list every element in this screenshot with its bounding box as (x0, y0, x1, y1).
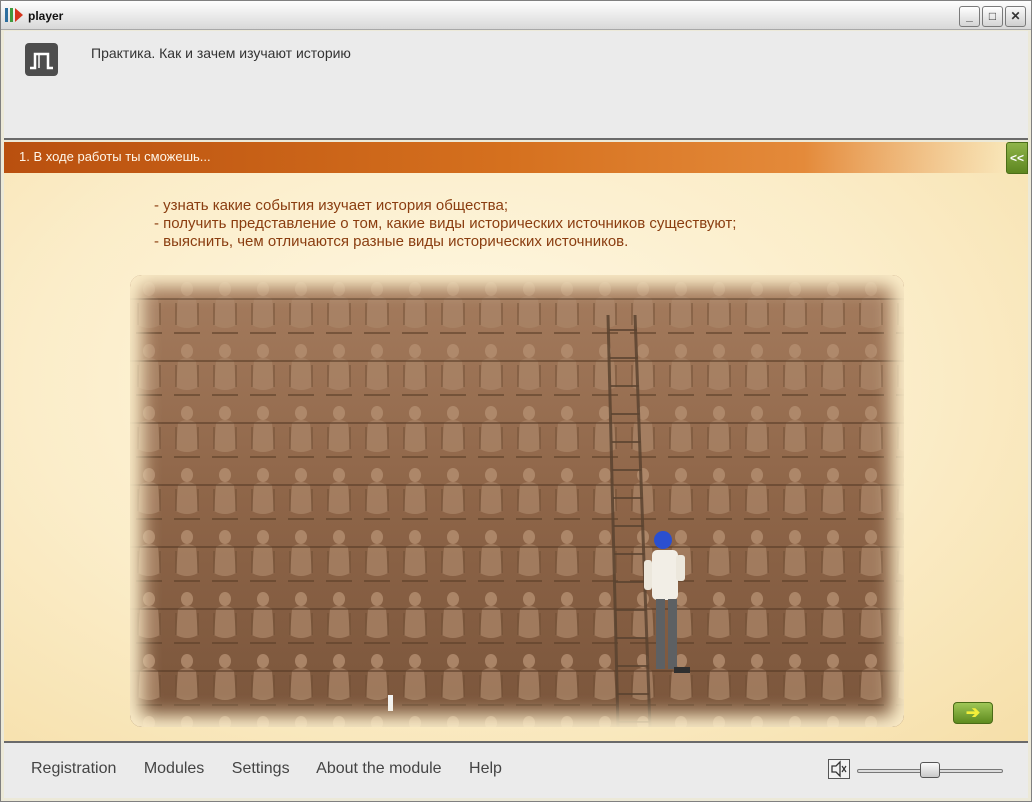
nav-settings[interactable]: Settings (232, 760, 290, 777)
header: Практика. Как и зачем изучают историю (4, 31, 1028, 140)
minimize-button[interactable]: _ (959, 6, 980, 27)
page-title: Практика. Как и зачем изучают историю (91, 45, 351, 61)
title-bar[interactable]: player _ □ ✕ (0, 0, 1032, 30)
speaker-icon[interactable] (828, 759, 850, 779)
nav-modules[interactable]: Modules (144, 760, 204, 777)
objective-item: - получить представление о том, какие ви… (154, 215, 737, 232)
maximize-button[interactable]: □ (982, 6, 1003, 27)
close-button[interactable]: ✕ (1005, 6, 1026, 27)
footer: Registration Modules Settings About the … (4, 741, 1028, 798)
book-logo-icon (25, 43, 58, 76)
objective-item: - выяснить, чем отличаются разные виды и… (154, 233, 629, 250)
window-title: player (28, 9, 64, 23)
next-button[interactable]: ➔ (953, 702, 993, 724)
temple-bas-relief-photo (130, 275, 904, 727)
objective-item: - узнать какие события изучает история о… (154, 197, 508, 214)
nav-about-module[interactable]: About the module (316, 760, 441, 777)
lesson-content: 1. В ходе работы ты сможешь... << - узна… (4, 142, 1028, 741)
section-header: 1. В ходе работы ты сможешь... (4, 142, 1004, 173)
app-icon (5, 8, 23, 22)
section-title: 1. В ходе работы ты сможешь... (19, 149, 211, 164)
collapse-panel-button[interactable]: << (1006, 142, 1028, 174)
footer-nav: Registration Modules Settings About the … (31, 760, 525, 778)
nav-help[interactable]: Help (469, 760, 502, 777)
nav-registration[interactable]: Registration (31, 760, 116, 777)
objectives-list: - узнать какие события изучает история о… (154, 197, 736, 251)
volume-slider-thumb[interactable] (920, 762, 940, 778)
